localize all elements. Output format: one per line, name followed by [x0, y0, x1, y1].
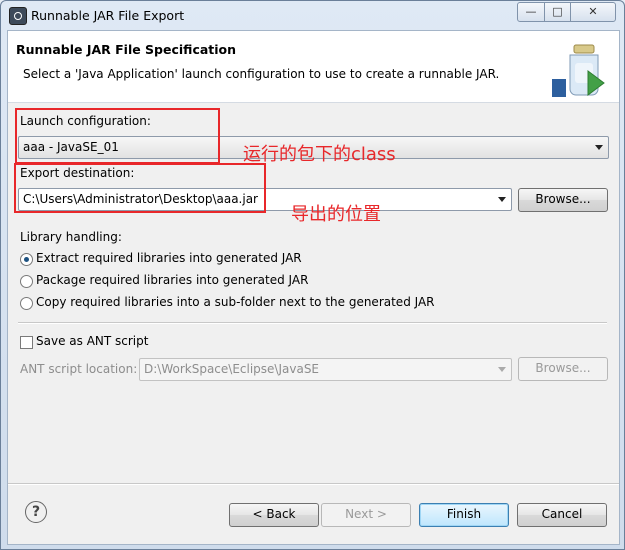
library-option-copy-radio[interactable]: [20, 297, 33, 310]
wizard-header: Runnable JAR File Specification Select a…: [8, 31, 619, 103]
library-handling-label: Library handling:: [20, 230, 122, 244]
launch-annotation-box: [15, 108, 220, 164]
footer-separator: [8, 483, 619, 485]
back-button[interactable]: < Back: [229, 503, 319, 527]
ant-browse-button: Browse...: [518, 357, 608, 381]
library-option-extract-radio[interactable]: [20, 253, 33, 266]
export-annotation-text: 导出的位置: [291, 204, 381, 225]
window-title: Runnable JAR File Export: [31, 8, 185, 23]
eclipse-icon: [9, 7, 27, 25]
export-annotation-box: [14, 163, 266, 213]
finish-button[interactable]: Finish: [419, 503, 509, 527]
library-option-package-radio[interactable]: [20, 275, 33, 288]
save-ant-checkbox[interactable]: [20, 336, 33, 349]
jar-wizard-icon: [552, 44, 605, 97]
chevron-down-icon[interactable]: [498, 197, 506, 202]
maximize-button[interactable]: □: [544, 2, 571, 22]
chevron-down-icon: [498, 367, 506, 372]
ant-location-input: D:\WorkSpace\Eclipse\JavaSE: [139, 358, 512, 381]
next-button: Next >: [321, 503, 411, 527]
library-option-extract-label[interactable]: Extract required libraries into generate…: [36, 251, 302, 265]
page-title: Runnable JAR File Specification: [16, 42, 237, 57]
export-dialog-window: Runnable JAR File Export — □ ✕ Runnable …: [0, 0, 625, 550]
help-icon[interactable]: ?: [25, 501, 47, 523]
title-bar[interactable]: Runnable JAR File Export — □ ✕: [1, 1, 624, 29]
save-ant-label[interactable]: Save as ANT script: [36, 334, 148, 348]
cancel-button[interactable]: Cancel: [517, 503, 607, 527]
ant-location-value: D:\WorkSpace\Eclipse\JavaSE: [144, 362, 320, 376]
ant-location-label: ANT script location:: [20, 362, 138, 376]
library-option-copy-label[interactable]: Copy required libraries into a sub-folde…: [36, 295, 435, 309]
library-option-package-label[interactable]: Package required libraries into generate…: [36, 273, 308, 287]
section-separator: [18, 322, 607, 324]
minimize-button[interactable]: —: [517, 2, 545, 22]
chevron-down-icon: [595, 145, 603, 150]
export-browse-button[interactable]: Browse...: [518, 188, 608, 212]
close-button[interactable]: ✕: [570, 2, 616, 22]
page-description: Select a 'Java Application' launch confi…: [23, 67, 500, 81]
